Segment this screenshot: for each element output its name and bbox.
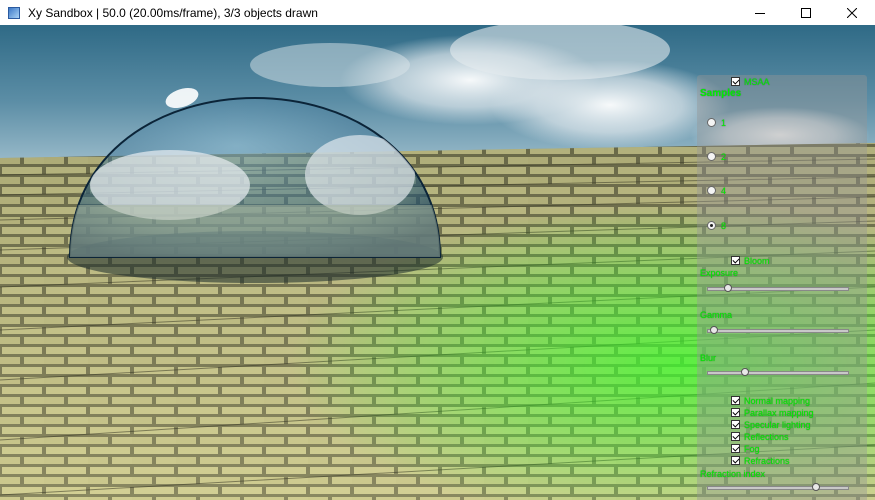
specular-lighting-checkbox[interactable] (731, 420, 740, 429)
exposure-label: Exposure (700, 268, 739, 278)
samples-label-2: 2 (721, 152, 727, 162)
samples-radio-4[interactable] (707, 186, 716, 195)
specular-lighting-label: Specular lighting (744, 420, 811, 430)
app-icon (8, 6, 20, 19)
refraction-index-label: Refraction index (700, 469, 766, 479)
bloom-label: Bloom (744, 256, 770, 266)
parallax-mapping-checkbox[interactable] (731, 408, 740, 417)
title-bar[interactable]: Xy Sandbox | 50.0 (20.00ms/frame), 3/3 o… (0, 0, 875, 26)
msaa-checkbox[interactable] (731, 77, 740, 86)
samples-label-8: 8 (721, 221, 727, 231)
samples-radio-1[interactable] (707, 118, 716, 127)
normal-mapping-checkbox[interactable] (731, 396, 740, 405)
refractions-checkbox[interactable] (731, 456, 740, 465)
samples-radio-2[interactable] (707, 152, 716, 161)
normal-mapping-label: Normal mapping (744, 396, 811, 406)
close-button[interactable] (829, 0, 875, 25)
blur-label: Blur (700, 353, 717, 363)
reflections-checkbox[interactable] (731, 432, 740, 441)
blur-slider-thumb[interactable] (740, 368, 749, 376)
msaa-label: MSAA (744, 77, 770, 87)
maximize-button[interactable] (783, 0, 829, 25)
refractions-label: Refractions (744, 456, 790, 466)
settings-panel: MSAA Samples 1 2 4 8 Bloom Exposure Gamm… (697, 75, 867, 500)
samples-heading: Samples (700, 88, 742, 99)
gamma-slider-thumb[interactable] (710, 326, 718, 334)
window-title: Xy Sandbox | 50.0 (20.00ms/frame), 3/3 o… (28, 5, 318, 20)
reflections-label: Reflections (744, 432, 789, 442)
exposure-slider-thumb[interactable] (724, 284, 732, 292)
fog-label: Fog (744, 444, 760, 454)
blur-slider-track[interactable] (707, 371, 849, 375)
refraction-index-slider-track[interactable] (707, 486, 849, 490)
window-controls (737, 0, 875, 25)
gamma-slider-track[interactable] (707, 329, 849, 333)
samples-label-4: 4 (721, 186, 727, 196)
close-icon (847, 7, 857, 18)
gamma-label: Gamma (700, 310, 733, 320)
minimize-button[interactable] (737, 0, 783, 25)
minimize-icon (755, 12, 765, 14)
render-viewport[interactable]: MSAA Samples 1 2 4 8 Bloom Exposure Gamm… (0, 25, 875, 500)
parallax-mapping-label: Parallax mapping (744, 408, 814, 418)
maximize-icon (801, 7, 811, 18)
samples-label-1: 1 (721, 118, 727, 128)
fog-checkbox[interactable] (731, 444, 740, 453)
bloom-checkbox[interactable] (731, 256, 740, 265)
samples-radio-8[interactable] (707, 221, 716, 230)
